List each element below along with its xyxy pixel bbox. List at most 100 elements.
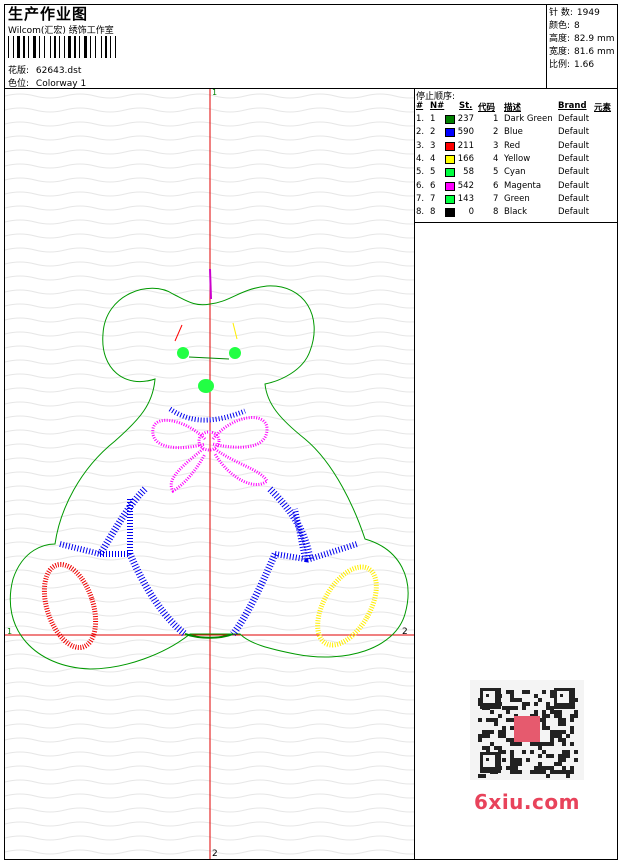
qr-module xyxy=(558,762,562,766)
row-desc: Dark Green xyxy=(504,114,553,124)
qr-module xyxy=(510,742,514,746)
qr-module xyxy=(550,766,554,770)
row-desc: Green xyxy=(504,193,530,204)
qr-module xyxy=(574,714,578,718)
qr-module xyxy=(510,718,514,722)
barcode-bar xyxy=(115,36,116,58)
stat-label: 颜色: xyxy=(549,21,571,31)
qr-module xyxy=(570,766,574,770)
qr-module xyxy=(510,766,514,770)
stats-divider xyxy=(546,4,547,88)
row-stitches: 0 xyxy=(468,207,474,218)
qr-module xyxy=(562,750,566,754)
qr-module xyxy=(486,734,490,738)
qr-module xyxy=(534,742,538,746)
qr-module xyxy=(570,726,574,730)
qr-module xyxy=(542,710,546,714)
qr-module xyxy=(550,694,554,698)
qr-module xyxy=(510,698,514,702)
qr-module xyxy=(498,730,502,734)
stat-value: 1949 xyxy=(576,8,600,18)
qr-module xyxy=(546,726,550,730)
qr-module xyxy=(546,706,550,710)
qr-module xyxy=(550,754,554,758)
row-code: 5 xyxy=(493,167,499,178)
qr-module xyxy=(538,746,542,750)
qr-module xyxy=(562,754,566,758)
qr-module xyxy=(498,734,502,738)
qr-module xyxy=(506,706,510,710)
header-element: 元素 xyxy=(594,103,612,113)
barcode-bar xyxy=(59,36,60,58)
barcode-bar xyxy=(39,36,40,58)
colorway-name: Colorway 1 xyxy=(35,79,87,89)
qr-module xyxy=(502,750,506,754)
qr-finder xyxy=(560,694,563,697)
qr-module xyxy=(486,718,490,722)
row-desc: Red xyxy=(504,140,521,151)
qr-module xyxy=(566,750,570,754)
qr-module xyxy=(538,754,542,758)
design-canvas[interactable]: 1 2 1 2 xyxy=(5,89,414,859)
qr-module xyxy=(554,710,558,714)
qr-module xyxy=(558,758,562,762)
qr-module xyxy=(550,730,554,734)
qr-module xyxy=(534,766,538,770)
qr-module xyxy=(490,718,494,722)
qr-module xyxy=(510,726,514,730)
row-code: 4 xyxy=(493,153,499,164)
qr-module xyxy=(570,730,574,734)
header-code: 代码 xyxy=(478,103,496,113)
qr-module xyxy=(486,730,490,734)
qr-module xyxy=(510,690,514,694)
qr-module xyxy=(546,742,550,746)
stat-value: 81.6 mm xyxy=(574,47,615,57)
qr-module xyxy=(562,718,566,722)
row-brand: Default xyxy=(558,180,590,191)
row-brand: Default xyxy=(558,193,590,204)
left-eye xyxy=(177,347,189,359)
qr-module xyxy=(494,718,498,722)
qr-module xyxy=(534,710,538,714)
qr-module xyxy=(550,706,554,710)
header-num: # xyxy=(416,101,424,111)
barcode-bar xyxy=(105,36,107,58)
qr-module xyxy=(550,710,554,714)
qr-module xyxy=(570,770,574,774)
qr-module xyxy=(490,742,494,746)
qr-module xyxy=(482,730,486,734)
qr-module xyxy=(510,706,514,710)
qr-module xyxy=(570,714,574,718)
row-brand: Default xyxy=(558,153,590,164)
row-code: 3 xyxy=(493,140,499,151)
legend-bottom-divider xyxy=(414,222,618,223)
qr-center-logo xyxy=(514,716,540,742)
row-stitches: 58 xyxy=(463,167,474,178)
stat-value: 82.9 mm xyxy=(574,34,615,44)
qr-module xyxy=(514,766,518,770)
qr-module xyxy=(530,742,534,746)
axis-marker-top: 1 xyxy=(212,89,217,97)
stat-value: 1.66 xyxy=(574,60,595,70)
qr-module xyxy=(510,694,514,698)
row-stitches: 590 xyxy=(457,127,474,138)
stat-value: 8 xyxy=(574,21,580,31)
qr-module xyxy=(534,702,538,706)
qr-module xyxy=(494,722,498,726)
row-num: 4. xyxy=(416,153,425,164)
row-stitches: 166 xyxy=(457,153,474,164)
qr-module xyxy=(550,690,554,694)
qr-module xyxy=(506,710,510,714)
qr-module xyxy=(542,726,546,730)
row-brand: Default xyxy=(558,114,590,124)
barcode-bar xyxy=(50,36,51,58)
qr-module xyxy=(542,750,546,754)
qr-module xyxy=(530,750,534,754)
qr-module xyxy=(514,706,518,710)
qr-module xyxy=(522,706,526,710)
head-marker xyxy=(209,268,212,300)
barcode-bar xyxy=(68,36,71,58)
qr-module xyxy=(510,770,514,774)
qr-module xyxy=(554,730,558,734)
qr-module xyxy=(482,774,486,778)
